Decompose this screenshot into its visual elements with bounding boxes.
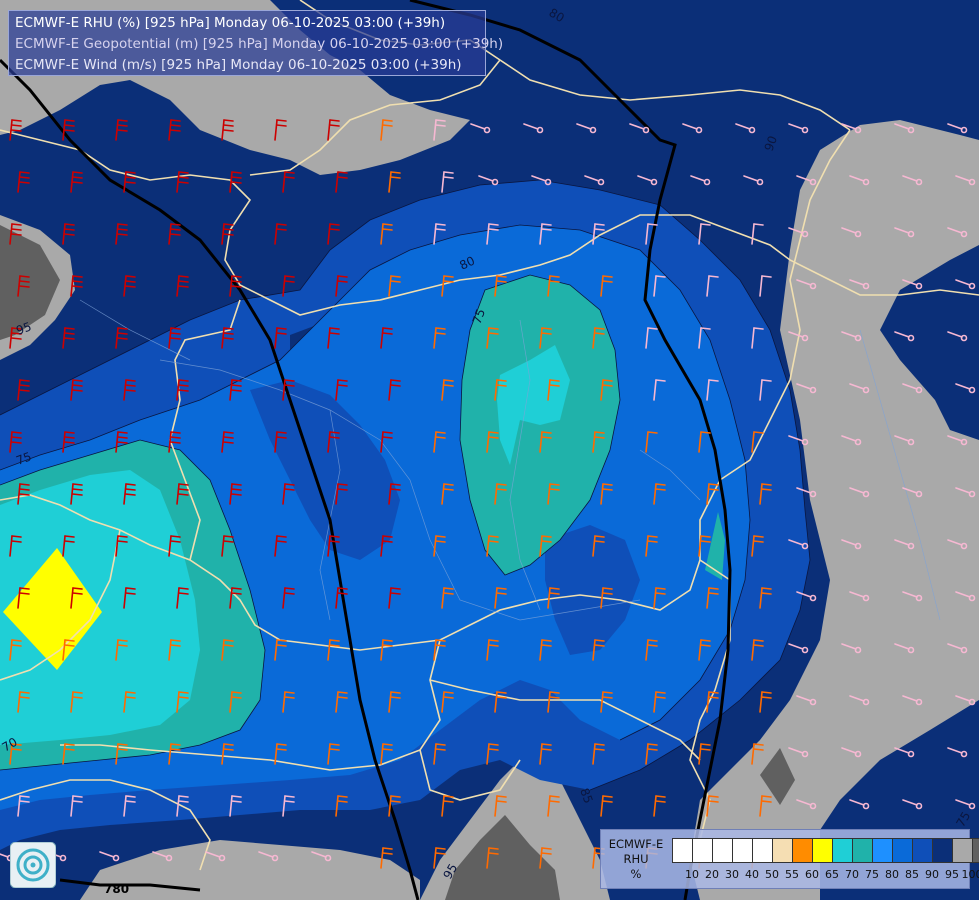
legend-swatch (813, 839, 833, 862)
legend-title-line: % (630, 867, 642, 881)
legend-tick-label: 95 (945, 868, 959, 881)
title-rhu: ECMWF-E RHU (%) [925 hPa] Monday 06-10-2… (15, 15, 446, 31)
legend-tick-label: 30 (725, 868, 739, 881)
title-geopotential: ECMWF-E Geopotential (m) [925 hPa] Monda… (15, 36, 504, 52)
map-title-box: ECMWF-E RHU (%) [925 hPa] Monday 06-10-2… (8, 10, 504, 76)
legend-tick-label: 75 (865, 868, 879, 881)
legend-swatch (853, 839, 873, 862)
legend-tick-label: 55 (785, 868, 799, 881)
ogimet-logo-icon (10, 842, 56, 888)
legend-tick-label: 20 (705, 868, 719, 881)
weather-map: 80 90 80 75 95 75 70 85 95 75 780 (0, 0, 979, 900)
legend-swatch (773, 839, 793, 862)
legend-swatch (753, 839, 773, 862)
legend-swatches (672, 838, 979, 863)
legend-swatch (913, 839, 933, 862)
legend-tick-label: 50 (765, 868, 779, 881)
rhu-color-legend: ECMWF-E RHU % 10 20 30 40 50 55 60 65 70 75 80 85 90… (600, 829, 979, 889)
legend-swatch (833, 839, 853, 862)
title-wind: ECMWF-E Wind (m/s) [925 hPa] Monday 06-1… (15, 57, 462, 73)
contour-label: 780 (104, 882, 129, 896)
legend-swatch (953, 839, 973, 862)
legend-tick-label: 10 (685, 868, 699, 881)
legend-tick-label: 80 (885, 868, 899, 881)
legend-swatch (893, 839, 913, 862)
legend-tick-label: 65 (825, 868, 839, 881)
legend-swatch (793, 839, 813, 862)
legend-tick-label: 90 (925, 868, 939, 881)
legend-swatch (713, 839, 733, 862)
legend-swatch (973, 839, 979, 862)
legend-title: ECMWF-E RHU % (605, 837, 667, 882)
legend-tick-label: 60 (805, 868, 819, 881)
legend-tick-label: 70 (845, 868, 859, 881)
legend-tick-label: 40 (745, 868, 759, 881)
legend-tick-label: 100 (961, 868, 979, 881)
legend-swatch (933, 839, 953, 862)
legend-swatch (673, 839, 693, 862)
legend-ticks: 10 20 30 40 50 55 60 65 70 75 80 85 90 95100 (672, 868, 979, 882)
legend-tick-label: 85 (905, 868, 919, 881)
legend-title-line: ECMWF-E (608, 837, 664, 851)
legend-swatch (693, 839, 713, 862)
legend-swatch (733, 839, 753, 862)
legend-swatch (873, 839, 893, 862)
legend-title-line: RHU (623, 852, 649, 866)
